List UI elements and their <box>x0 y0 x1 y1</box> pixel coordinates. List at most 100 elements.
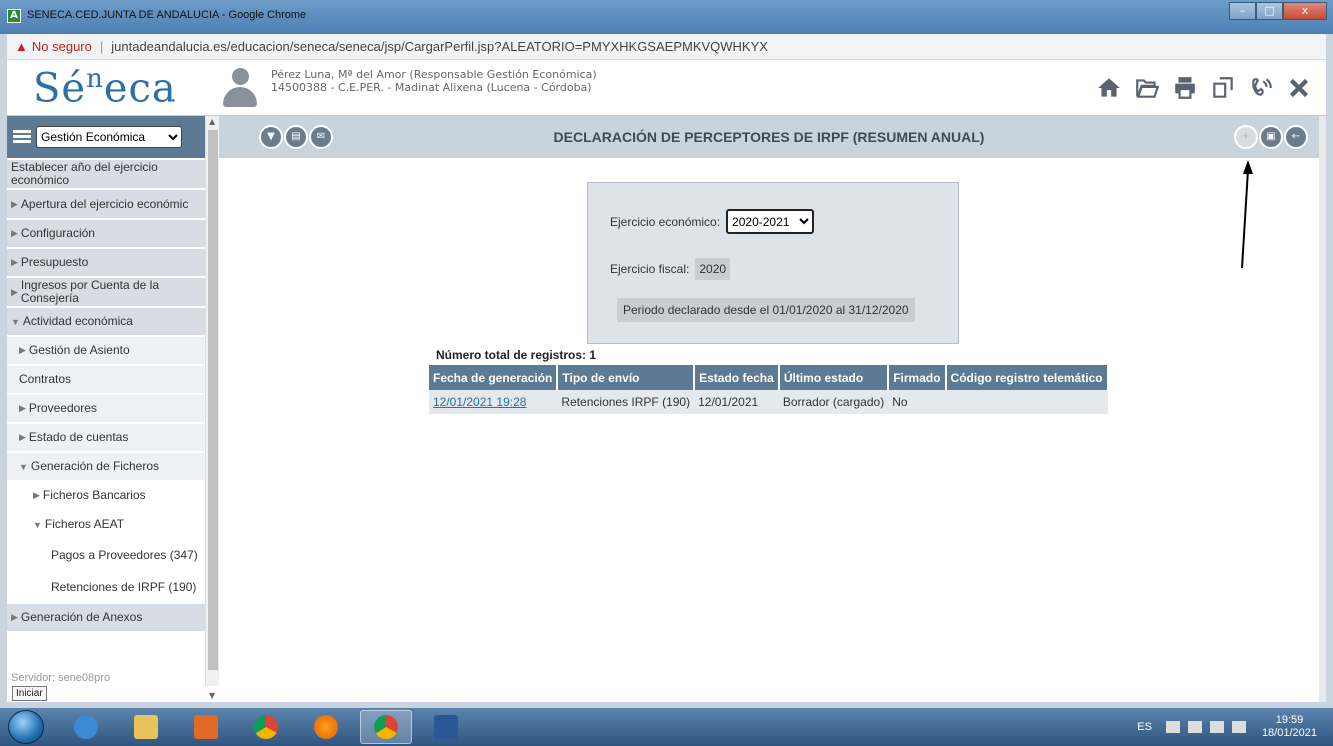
hamburger-menu-icon[interactable] <box>13 130 31 144</box>
sidebar-item[interactable]: Contratos <box>7 366 205 395</box>
sidebar-item-label: Retenciones de IRPF (190) <box>51 579 197 594</box>
sidebar-item[interactable]: Pagos a Proveedores (347) <box>7 540 205 572</box>
firefox-taskbar-icon[interactable] <box>300 710 352 744</box>
sidebar-item-label: Configuración <box>20 226 95 240</box>
sidebar-item[interactable]: ▶ Ficheros Bancarios <box>7 482 205 511</box>
user-info: Pérez Luna, Mª del Amor (Responsable Ges… <box>271 68 597 94</box>
close-icon[interactable] <box>1280 70 1318 106</box>
flag-icon[interactable] <box>1165 721 1180 733</box>
sidebar-item-label: Contratos <box>19 372 72 386</box>
collapsed-arrow-icon: ▶ <box>19 345 26 355</box>
sidebar-scrollbar[interactable]: ▲ ▼ <box>205 116 219 700</box>
windows-taskbar: ES 19:59 18/01/2021 <box>0 708 1333 746</box>
sidebar-item[interactable]: ▶ Presupuesto <box>7 249 205 278</box>
sidebar-item[interactable]: ▶ Estado de cuentas <box>7 424 205 453</box>
sidebar-item[interactable]: ▼ Actividad económica <box>7 308 205 337</box>
sidebar-item-label: Presupuesto <box>20 255 89 269</box>
url-text[interactable]: juntadeandalucia.es/educacion/seneca/sen… <box>111 39 768 54</box>
iniciar-tooltip: Iniciar <box>12 686 47 701</box>
system-tray: ES 19:59 18/01/2021 <box>1137 714 1317 740</box>
lock-icon[interactable]: ▣ <box>1259 125 1283 149</box>
table-cell: 12/01/2021 <box>694 390 779 414</box>
expanded-arrow-icon: ▼ <box>11 316 20 327</box>
home-icon[interactable] <box>1090 70 1128 106</box>
sidebar-item[interactable]: ▶ Configuración <box>7 220 205 249</box>
sidebar-item[interactable]: ▶ Proveedores <box>7 395 205 424</box>
column-header[interactable]: Firmado <box>888 365 947 390</box>
sidebar-item[interactable]: ▶ Apertura del ejercicio económic <box>7 190 205 220</box>
collapsed-arrow-icon: ▶ <box>19 432 26 442</box>
new-document-icon[interactable]: + <box>1234 125 1258 149</box>
server-label: Servidor: sene08pro <box>11 672 111 684</box>
filter-panel: Ejercicio económico: 2020-2021 Ejercicio… <box>587 182 959 344</box>
sidebar-item[interactable]: ▶ Ingresos por Cuenta de la Consejería <box>7 278 205 308</box>
sidebar-item-label: Ingresos por Cuenta de la Consejería <box>20 278 160 305</box>
sound-icon[interactable] <box>1242 70 1280 106</box>
fiscal-label: Ejercicio fiscal: <box>610 262 690 276</box>
seneca-app-icon: A <box>7 9 21 23</box>
column-header[interactable]: Tipo de envío <box>557 365 696 390</box>
page-title: DECLARACIÓN DE PERCEPTORES DE IRPF (RESU… <box>553 129 985 145</box>
collapsed-arrow-icon: ▶ <box>11 612 18 622</box>
user-avatar-icon <box>223 68 257 108</box>
scroll-up-icon[interactable]: ▲ <box>209 117 215 126</box>
security-status[interactable]: No seguro <box>32 39 92 54</box>
explorer-taskbar-icon[interactable] <box>120 710 172 744</box>
scrollbar-thumb[interactable] <box>208 130 218 670</box>
column-header[interactable]: Estado fecha <box>694 365 780 390</box>
sidebar-item[interactable]: ▼ Generación de Ficheros <box>7 453 205 482</box>
outlook-taskbar-icon[interactable] <box>180 710 232 744</box>
chrome-active-taskbar-icon[interactable] <box>360 710 412 744</box>
periodo-text: Periodo declarado desde el 01/01/2020 al… <box>617 298 915 322</box>
table-row: 12/01/2021 19:28 Retenciones IRPF (190) 12… <box>429 390 1108 414</box>
sidebar-item-label: Pagos a Proveedores (347) <box>51 547 198 562</box>
sidebar-item-label: Estado de cuentas <box>28 430 129 444</box>
sidebar-menu-bar: Gestión Económica <box>7 116 205 158</box>
volume-icon[interactable] <box>1231 721 1246 733</box>
address-bar[interactable]: ▲ No seguro | juntadeandalucia.es/educac… <box>7 34 1326 60</box>
seneca-logo[interactable]: Séneca <box>33 64 177 111</box>
language-indicator[interactable]: ES <box>1137 721 1152 733</box>
back-arrow-icon[interactable]: ← <box>1284 125 1308 149</box>
table-cell[interactable]: 12/01/2021 19:28 <box>429 390 558 414</box>
window-title: SENECA.CED.JUNTA DE ANDALUCIA - Google C… <box>27 9 307 21</box>
clock[interactable]: 19:59 18/01/2021 <box>1262 714 1317 740</box>
minimize-button[interactable]: – <box>1229 2 1256 20</box>
main-toolbar: ▼ ▤ ✉ DECLARACIÓN DE PERCEPTORES DE IRPF… <box>219 116 1319 158</box>
table-cell: Retenciones IRPF (190) <box>557 390 695 414</box>
user-center: 14500388 - C.E.PER. - Madinat Alixena (L… <box>271 81 592 94</box>
chrome-taskbar-icon[interactable] <box>240 710 292 744</box>
print-icon[interactable] <box>1166 70 1204 106</box>
ejercicio-select[interactable]: 2020-2021 <box>726 209 815 234</box>
network-icon[interactable] <box>1187 721 1202 733</box>
sidebar-item[interactable]: Retenciones de IRPF (190) <box>7 572 205 604</box>
sidebar-item-label: Generación de Anexos <box>20 610 143 624</box>
scroll-down-icon[interactable]: ▼ <box>209 691 215 700</box>
sidebar-item[interactable]: ▼ Ficheros AEAT <box>7 511 205 540</box>
expanded-arrow-icon: ▼ <box>33 519 42 530</box>
column-header[interactable]: Fecha de generación <box>429 365 559 390</box>
main-scrollbar[interactable] <box>1319 116 1326 702</box>
close-window-button[interactable]: x <box>1283 2 1327 20</box>
user-name-role: Pérez Luna, Mª del Amor (Responsable Ges… <box>271 68 597 81</box>
maximize-button[interactable]: □ <box>1256 2 1283 20</box>
ie-taskbar-icon[interactable] <box>60 710 112 744</box>
folder-open-icon[interactable] <box>1128 70 1166 106</box>
fecha-link[interactable]: 12/01/2021 19:28 <box>433 395 526 409</box>
warning-icon[interactable]: ▲ <box>15 39 28 54</box>
windows-icon[interactable] <box>1204 70 1242 106</box>
sidebar-item-label: Ficheros Bancarios <box>42 488 146 502</box>
sidebar-item[interactable]: ▶ Generación de Anexos <box>7 604 205 633</box>
sidebar-item[interactable]: Establecer año del ejercicio económico <box>7 160 205 190</box>
signal-icon[interactable] <box>1209 721 1224 733</box>
column-header[interactable]: Código registro telemático <box>945 365 1109 390</box>
start-button[interactable] <box>8 710 44 744</box>
address-separator: | <box>99 39 104 54</box>
table-cell: Borrador (cargado) <box>778 390 889 414</box>
sidebar-item[interactable]: ▶ Gestión de Asiento <box>7 337 205 366</box>
sidebar-item-label: Proveedores <box>28 401 97 415</box>
module-select[interactable]: Gestión Económica <box>36 126 182 148</box>
column-header[interactable]: Último estado <box>778 365 890 390</box>
word-taskbar-icon[interactable] <box>420 710 472 744</box>
total-records: Número total de registros: 1 <box>436 348 597 362</box>
